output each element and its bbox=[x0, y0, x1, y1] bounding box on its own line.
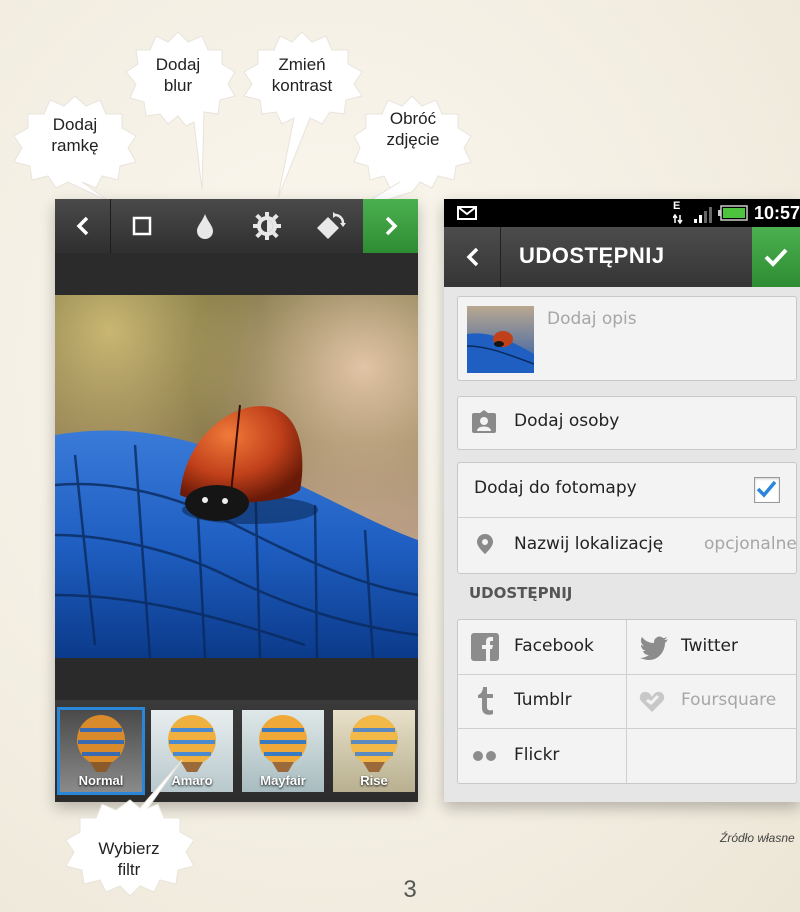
flickr-label: Flickr bbox=[514, 745, 560, 765]
blur-button[interactable] bbox=[173, 199, 237, 253]
ladybug-photo bbox=[55, 295, 418, 658]
callout-choose-filter: Wybierz filtr bbox=[62, 759, 197, 902]
twitter-label: Twitter bbox=[681, 636, 738, 656]
page-number: 3 bbox=[403, 876, 417, 903]
callout-rotate-photo-text: Obróć zdjęcie bbox=[386, 109, 440, 149]
back-chevron-icon bbox=[466, 247, 479, 267]
share-facebook[interactable]: Facebook bbox=[458, 620, 626, 674]
photo-thumbnail bbox=[467, 306, 534, 373]
photo-map-row[interactable]: Dodaj do fotomapy bbox=[458, 463, 796, 517]
photo-illustration bbox=[55, 404, 418, 658]
share-section-label: UDOSTĘPNIJ bbox=[469, 584, 573, 602]
filter-label: Mayfair bbox=[260, 773, 306, 788]
share-header: UDOSTĘPNIJ bbox=[444, 227, 800, 287]
callout-change-contrast: Zmień kontrast bbox=[238, 30, 366, 199]
tumblr-icon bbox=[478, 687, 493, 715]
editor-spacer-bottom bbox=[55, 658, 418, 700]
callout-rotate-photo: Obróć zdjęcie bbox=[350, 92, 475, 211]
status-bar: E 10:57 bbox=[444, 199, 800, 227]
share-screen: E 10:57 UDOSTĘPNIJ Dodaj opis Dodaj osob… bbox=[444, 199, 800, 802]
frame-icon bbox=[132, 216, 152, 236]
flickr-icon bbox=[473, 751, 496, 761]
rotate-icon bbox=[317, 212, 346, 239]
location-label: Nazwij lokalizację bbox=[514, 534, 664, 554]
checkmark-icon bbox=[764, 248, 788, 267]
foursquare-label: Foursquare bbox=[681, 690, 777, 710]
rotate-button[interactable] bbox=[297, 199, 363, 253]
filter-rise[interactable]: Rise bbox=[333, 710, 415, 792]
back-button[interactable] bbox=[444, 227, 500, 287]
tag-people-row[interactable]: Dodaj osoby bbox=[457, 396, 797, 450]
page-title: UDOSTĘPNIJ bbox=[519, 243, 665, 268]
tumblr-label: Tumblr bbox=[514, 690, 572, 710]
location-pin-icon bbox=[477, 534, 493, 554]
location-row[interactable]: Nazwij lokalizację opcjonalne bbox=[458, 518, 797, 572]
photo-map-card: Dodaj do fotomapy Nazwij lokalizację opc… bbox=[457, 462, 797, 574]
optional-hint: opcjonalne bbox=[704, 534, 797, 554]
editor-spacer bbox=[55, 253, 418, 295]
person-tag-icon bbox=[472, 410, 496, 433]
filter-label: Rise bbox=[360, 773, 388, 788]
foursquare-icon bbox=[639, 691, 665, 712]
back-chevron-icon bbox=[76, 216, 88, 236]
checkmark-icon bbox=[756, 480, 777, 498]
signal-icon bbox=[694, 207, 712, 223]
filter-mayfair[interactable]: Mayfair bbox=[242, 710, 324, 792]
share-flickr[interactable]: Flickr bbox=[458, 729, 626, 783]
frame-button[interactable] bbox=[111, 199, 173, 253]
battery-icon bbox=[718, 205, 748, 221]
contrast-icon bbox=[253, 212, 281, 240]
facebook-label: Facebook bbox=[514, 636, 594, 656]
callout-change-contrast-text: Zmień kontrast bbox=[271, 55, 333, 95]
share-foursquare[interactable]: Foursquare bbox=[627, 675, 796, 728]
next-button[interactable] bbox=[363, 199, 418, 253]
contrast-button[interactable] bbox=[237, 199, 297, 253]
status-time: 10:57 bbox=[754, 203, 800, 223]
next-chevron-icon bbox=[385, 216, 398, 236]
twitter-icon bbox=[640, 636, 668, 660]
callout-add-blur-text: Dodaj blur bbox=[155, 55, 201, 95]
share-services-grid: Facebook Twitter Tumblr Foursquare Flick… bbox=[457, 619, 797, 784]
facebook-icon bbox=[471, 633, 499, 661]
caption-input[interactable]: Dodaj opis bbox=[547, 309, 637, 329]
photo-map-checkbox[interactable] bbox=[754, 477, 780, 503]
network-type: E bbox=[673, 200, 681, 212]
confirm-button[interactable] bbox=[752, 227, 800, 287]
callout-choose-filter-text: Wybierz filtr bbox=[98, 839, 160, 879]
photo-editor-screen: Normal Amaro Mayfair Rise bbox=[55, 199, 418, 802]
tag-people-label: Dodaj osoby bbox=[514, 411, 620, 431]
data-arrows-icon bbox=[673, 214, 683, 224]
header-separator bbox=[500, 227, 501, 287]
source-note: Źródło własne bbox=[720, 831, 795, 845]
caption-card[interactable]: Dodaj opis bbox=[457, 296, 797, 381]
share-tumblr[interactable]: Tumblr bbox=[458, 675, 626, 728]
blur-drop-icon bbox=[197, 214, 213, 239]
mail-icon bbox=[457, 206, 477, 220]
back-button[interactable] bbox=[55, 199, 110, 253]
callout-add-blur: Dodaj blur bbox=[118, 30, 238, 191]
share-twitter[interactable]: Twitter bbox=[627, 620, 796, 674]
photo-map-label: Dodaj do fotomapy bbox=[474, 478, 637, 498]
editor-toolbar bbox=[55, 199, 418, 253]
